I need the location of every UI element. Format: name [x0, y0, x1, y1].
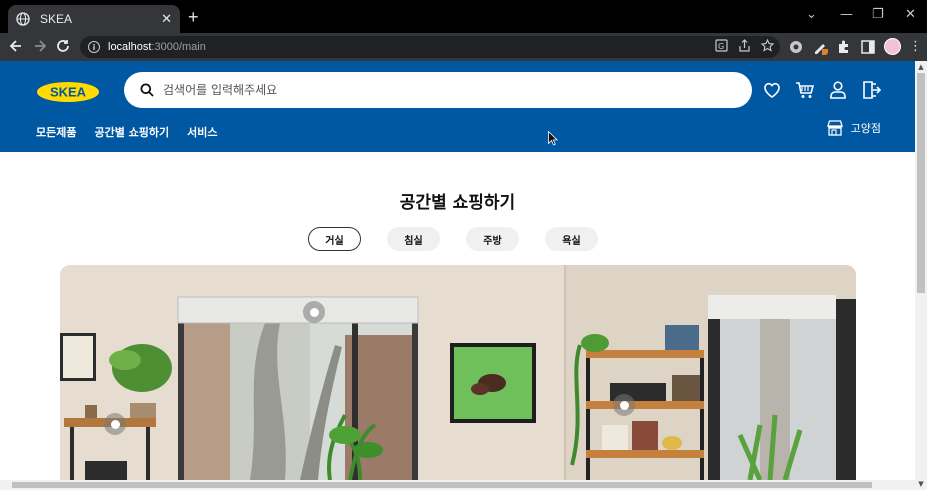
mouse-cursor-icon	[548, 131, 558, 146]
back-arrow-icon[interactable]	[6, 36, 26, 56]
product-hotspot[interactable]	[104, 413, 126, 435]
product-hotspot[interactable]	[613, 394, 635, 416]
tab-bedroom[interactable]: 침실	[387, 227, 440, 251]
url-host: localhost	[108, 41, 152, 53]
search-input[interactable]	[163, 83, 723, 97]
new-tab-button[interactable]: +	[188, 7, 199, 28]
site-info-icon[interactable]: i	[88, 41, 100, 53]
tab-search-icon[interactable]: ⌄	[806, 7, 817, 22]
logo-text: SKEA	[50, 85, 87, 100]
browser-toolbar: i localhost:3000/main G ⋮	[0, 33, 927, 61]
room-tabs: 거실 침실 주방 욕실	[308, 227, 598, 251]
room-hero-image	[60, 265, 856, 480]
horizontal-scrollbar[interactable]	[0, 480, 915, 490]
address-bar[interactable]: i localhost:3000/main G	[80, 36, 780, 58]
bookmark-star-icon[interactable]	[761, 39, 774, 52]
restore-button[interactable]: ❐	[872, 7, 884, 22]
logout-icon[interactable]	[861, 80, 881, 100]
user-icon[interactable]	[828, 80, 848, 100]
page-title: 공간별 쇼핑하기	[399, 193, 516, 213]
cart-icon[interactable]	[795, 80, 815, 100]
url-path: :3000/main	[151, 41, 206, 53]
share-icon[interactable]	[738, 39, 751, 52]
site-header: SKEA 모든제품 공간별 쇼핑하기 서비스	[0, 61, 915, 152]
main-nav: 모든제품 공간별 쇼핑하기 서비스	[36, 124, 218, 140]
horizontal-scrollbar-thumb[interactable]	[12, 482, 872, 488]
store-selector[interactable]: 고양점	[826, 119, 881, 137]
search-bar[interactable]	[124, 72, 752, 108]
window-close-button[interactable]: ✕	[905, 7, 916, 22]
heart-icon[interactable]	[762, 80, 782, 100]
side-panel-icon[interactable]	[860, 39, 876, 55]
search-icon[interactable]	[140, 83, 154, 97]
browser-tab-bar: SKEA ✕ + ⌄ — ❐ ✕	[0, 0, 927, 33]
store-name: 고양점	[850, 122, 881, 135]
nav-all-products[interactable]: 모든제품	[36, 124, 76, 140]
extension-gear-icon[interactable]	[788, 39, 804, 55]
close-tab-icon[interactable]: ✕	[161, 12, 172, 27]
reload-icon[interactable]	[53, 36, 73, 56]
extension-eyedropper-icon[interactable]	[812, 39, 828, 55]
tab-bathroom[interactable]: 욕실	[545, 227, 598, 251]
globe-icon	[16, 12, 30, 26]
scrollbar-thumb[interactable]	[917, 73, 925, 293]
nav-services[interactable]: 서비스	[187, 124, 217, 140]
store-icon	[826, 120, 843, 136]
vertical-scrollbar[interactable]: ▲ ▼	[915, 61, 927, 490]
tab-kitchen[interactable]: 주방	[466, 227, 519, 251]
living-room-illustration	[60, 265, 856, 480]
nav-shop-by-room[interactable]: 공간별 쇼핑하기	[94, 124, 169, 140]
minimize-button[interactable]: —	[840, 7, 853, 22]
svg-text:G: G	[718, 42, 724, 51]
tab-title: SKEA	[40, 12, 73, 26]
extensions-puzzle-icon[interactable]	[836, 39, 852, 55]
translate-icon[interactable]: G	[715, 39, 728, 52]
product-hotspot[interactable]	[303, 301, 325, 323]
scroll-up-arrow-icon[interactable]: ▲	[915, 61, 927, 73]
scroll-down-arrow-icon[interactable]: ▼	[915, 478, 927, 490]
browser-menu-icon[interactable]: ⋮	[909, 39, 922, 54]
profile-avatar[interactable]	[884, 38, 901, 55]
tab-living-room[interactable]: 거실	[308, 227, 361, 251]
browser-tab[interactable]: SKEA ✕	[8, 5, 180, 33]
forward-arrow-icon[interactable]	[30, 36, 50, 56]
skea-logo[interactable]: SKEA	[36, 81, 100, 103]
